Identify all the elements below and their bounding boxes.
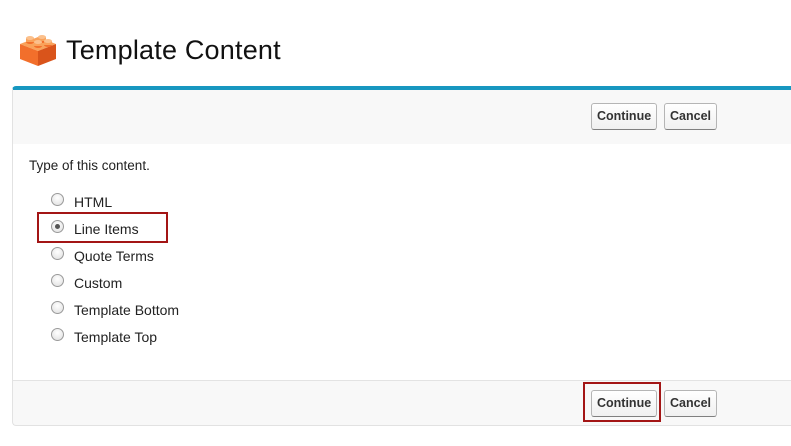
radio-label: Template Top — [74, 329, 158, 345]
page: Template Content Continue Cancel Type of… — [0, 0, 791, 446]
radio-label: Template Bottom — [74, 302, 180, 318]
radio-button[interactable] — [51, 192, 64, 206]
brick-icon — [20, 35, 56, 66]
radio-button[interactable] — [51, 273, 64, 287]
radio-label: Line Items — [74, 221, 139, 237]
radio-option-custom[interactable]: Custom — [51, 270, 123, 291]
radio-label: Custom — [74, 275, 123, 291]
radio-option-line-items[interactable]: Line Items — [51, 216, 139, 237]
bottom-continue-button[interactable]: Continue — [591, 390, 657, 417]
page-title: Template Content — [66, 34, 281, 65]
top-continue-button[interactable]: Continue — [591, 103, 657, 130]
radio-button[interactable] — [51, 327, 64, 341]
radio-option-template-top[interactable]: Template Top — [51, 324, 158, 345]
content-panel: Continue Cancel Type of this content. HT… — [12, 86, 791, 426]
radio-label: Quote Terms — [74, 248, 154, 264]
radio-option-quote-terms[interactable]: Quote Terms — [51, 243, 154, 264]
page-header: Template Content — [18, 28, 281, 72]
instruction-text: Type of this content. — [29, 158, 150, 173]
bottom-button-bar: Continue Cancel — [13, 380, 791, 427]
bottom-cancel-button[interactable]: Cancel — [664, 390, 717, 417]
top-cancel-button[interactable]: Cancel — [664, 103, 717, 130]
top-button-bar: Continue Cancel — [13, 90, 791, 145]
radio-label: HTML — [74, 194, 113, 210]
radio-option-template-bottom[interactable]: Template Bottom — [51, 297, 180, 318]
radio-button[interactable] — [51, 300, 64, 314]
radio-button[interactable] — [51, 246, 64, 260]
radio-option-html[interactable]: HTML — [51, 189, 113, 210]
content-type-section: Type of this content. HTML Line Items Qu… — [13, 144, 791, 380]
radio-button-selected[interactable] — [51, 219, 64, 233]
